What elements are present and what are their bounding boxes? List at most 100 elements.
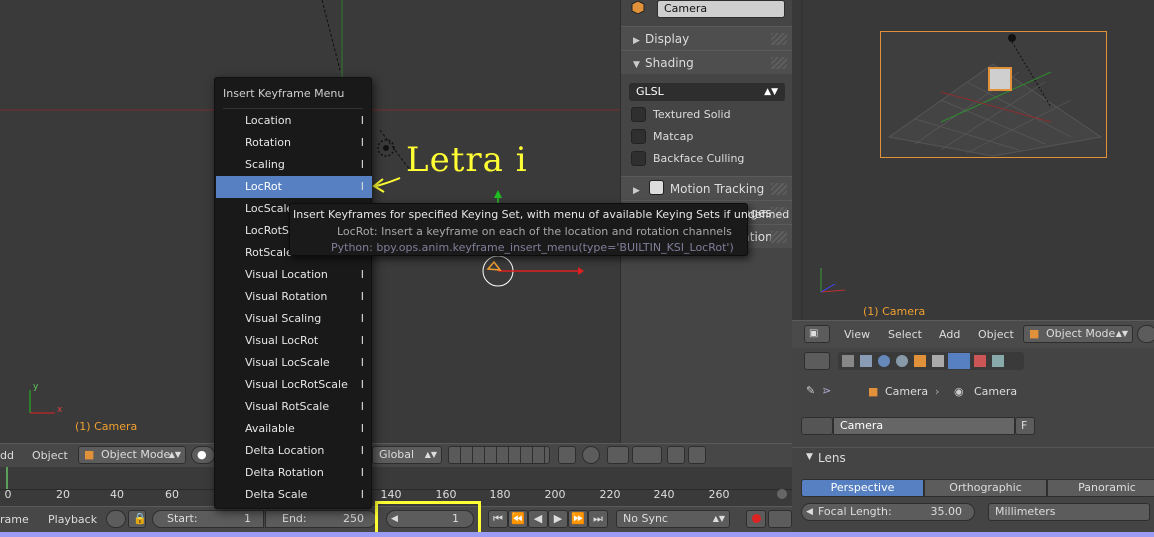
breadcrumb-separator-icon: › — [935, 385, 940, 398]
tooltip-item-description: LocRot: Insert a keyframe on each of the… — [337, 225, 732, 238]
snap-button[interactable] — [607, 446, 629, 464]
drag-grip-icon[interactable] — [771, 33, 787, 45]
drag-grip-icon[interactable] — [771, 57, 787, 69]
render-still-button[interactable] — [667, 446, 685, 464]
timeline-tick: 260 — [708, 488, 730, 501]
fake-user-button[interactable]: F — [1015, 417, 1035, 435]
proportional-edit-button[interactable] — [582, 446, 600, 464]
timeline-tick: 60 — [165, 488, 179, 501]
sync-dropdown[interactable]: No Sync ▲▼ — [616, 510, 730, 528]
annotation-letra-i: Letra i — [406, 140, 528, 180]
matcap-label: Matcap — [653, 130, 694, 143]
matcap-checkbox[interactable] — [631, 129, 646, 144]
motion-tracking-checkbox[interactable] — [648, 180, 664, 195]
menu-item-visual-location[interactable]: Visual Location I — [216, 264, 372, 286]
insert-keyframe-menu: Insert Keyframe Menu Location I Rotation I… — [214, 77, 372, 509]
lens-panel-header[interactable]: ▼ Lens — [792, 447, 1154, 467]
current-frame-marker[interactable] — [6, 467, 8, 489]
prev-keyframe-button[interactable]: ⏪ — [508, 510, 528, 528]
preview-range-button[interactable] — [106, 510, 126, 528]
render-animation-button[interactable] — [688, 446, 706, 464]
menu-frame[interactable]: rame — [0, 513, 29, 526]
timeline-tick: 140 — [380, 488, 402, 501]
timeline-footer: rame Playback 🔒 Start: 1 End: 250 ◀ 1 ⏮ … — [0, 501, 792, 537]
menu-object[interactable]: Object — [978, 328, 1014, 341]
play-reverse-button[interactable]: ◀ — [528, 510, 548, 528]
textured-solid-checkbox[interactable] — [631, 107, 646, 122]
menu-item-delta-scale[interactable]: Delta Scale I — [216, 484, 372, 506]
menu-item-visual-locscale[interactable]: Visual LocScale I — [216, 352, 372, 374]
layer-buttons[interactable] — [448, 446, 550, 464]
menu-select[interactable]: Select — [888, 328, 922, 341]
context-tabs[interactable] — [838, 352, 1024, 370]
menu-item-available[interactable]: Available I — [216, 418, 372, 440]
jump-start-button[interactable]: ⏮ — [488, 510, 508, 528]
drag-grip-icon[interactable] — [771, 231, 787, 243]
next-keyframe-button[interactable]: ⏩ — [568, 510, 588, 528]
menu-object-left[interactable]: Object — [32, 449, 68, 462]
viewport-shading-button-left[interactable]: ● — [191, 446, 215, 464]
menu-item-scaling[interactable]: Scaling I — [216, 154, 372, 176]
datablock-browse-button[interactable] — [801, 417, 833, 435]
object-mode-dropdown[interactable]: ■ Object Mode ▲▼ — [1023, 325, 1133, 343]
record-button[interactable] — [746, 510, 766, 528]
decrement-arrow-icon[interactable]: ◀ — [806, 504, 813, 520]
object-icon — [631, 0, 645, 17]
play-button[interactable]: ▶ — [548, 510, 568, 528]
menu-item-visual-locrotscale[interactable]: Visual LocRotScale I — [216, 374, 372, 396]
timeline-tick: 0 — [4, 488, 12, 501]
lens-units-dropdown[interactable]: Millimeters — [988, 503, 1150, 521]
end-frame-field[interactable]: End: 250 — [265, 510, 377, 528]
shading-panel-header[interactable]: ▼ Shading — [621, 50, 793, 74]
lens-type-orthographic[interactable]: Orthographic — [924, 479, 1047, 497]
shading-mode-dropdown[interactable]: GLSL ▲▼ — [629, 83, 785, 101]
properties-editor-type-button[interactable] — [804, 352, 830, 370]
menu-item-visual-rotation[interactable]: Visual Rotation I — [216, 286, 372, 308]
snap-element-dropdown[interactable] — [632, 446, 662, 464]
solid-sphere-icon: ● — [197, 448, 207, 461]
preview-camera-label: (1) Camera — [863, 305, 926, 318]
menu-item-delta-location[interactable]: Delta Location I — [216, 440, 372, 462]
lock-layers-button[interactable] — [558, 446, 576, 464]
timeline-scroll-handle[interactable] — [777, 489, 787, 499]
context-icons — [842, 353, 1004, 369]
info-strip — [0, 532, 1154, 537]
focal-length-field[interactable]: ◀ Focal Length: 35.00 — [801, 503, 975, 521]
menu-item-locrot[interactable]: LocRot I — [216, 176, 372, 198]
lens-type-panoramic[interactable]: Panoramic — [1047, 479, 1154, 497]
display-panel-header[interactable]: ▶ Display — [621, 26, 793, 50]
menu-item-visual-locrot[interactable]: Visual LocRot I — [216, 330, 372, 352]
menu-view[interactable]: View — [844, 328, 870, 341]
menu-item-rotation[interactable]: Rotation I — [216, 132, 372, 154]
object-mode-dropdown-left[interactable]: ■ Object Mode ▲▼ — [78, 446, 186, 464]
motion-tracking-panel-header[interactable]: ▶ Motion Tracking — [621, 176, 793, 200]
drag-grip-icon[interactable] — [771, 183, 787, 195]
menu-playback[interactable]: Playback — [48, 513, 97, 526]
dropdown-arrows-icon: ▲▼ — [712, 514, 725, 523]
dropdown-arrows-icon: ▲▼ — [1115, 329, 1128, 338]
jump-end-button[interactable]: ⏭ — [588, 510, 608, 528]
tooltip-description: Insert Keyframes for specified Keying Se… — [293, 208, 790, 221]
menu-item-visual-scaling[interactable]: Visual Scaling I — [216, 308, 372, 330]
object-name-field[interactable]: Camera — [657, 0, 785, 18]
camera-frame — [880, 31, 1107, 158]
viewport-shading-button[interactable] — [1137, 325, 1154, 343]
menu-add[interactable]: Add — [939, 328, 960, 341]
breadcrumb-object: Camera — [885, 385, 929, 398]
menu-add-left[interactable]: dd — [0, 449, 14, 462]
transform-orientation-dropdown[interactable]: Global ▲▼ — [372, 446, 442, 464]
keying-set-button[interactable] — [768, 510, 792, 528]
menu-item-visual-rotscale[interactable]: Visual RotScale I — [216, 396, 372, 418]
dropdown-arrows-icon: ▲▼ — [764, 87, 778, 97]
editor-type-button[interactable]: ▣ — [804, 325, 830, 343]
dropdown-arrows-icon: ▲▼ — [424, 450, 437, 459]
expanded-triangle-icon: ▼ — [806, 452, 813, 462]
lens-type-perspective[interactable]: Perspective — [801, 479, 924, 497]
menu-item-location[interactable]: Location I — [216, 110, 372, 132]
lock-icon-button[interactable]: 🔒 — [128, 510, 147, 528]
start-frame-field[interactable]: Start: 1 — [152, 510, 264, 528]
datablock-name-field[interactable]: Camera — [833, 417, 1015, 435]
menu-item-delta-rotation[interactable]: Delta Rotation I — [216, 462, 372, 484]
pin-icon[interactable]: ✎ — [806, 384, 815, 397]
backface-culling-checkbox[interactable] — [631, 151, 646, 166]
